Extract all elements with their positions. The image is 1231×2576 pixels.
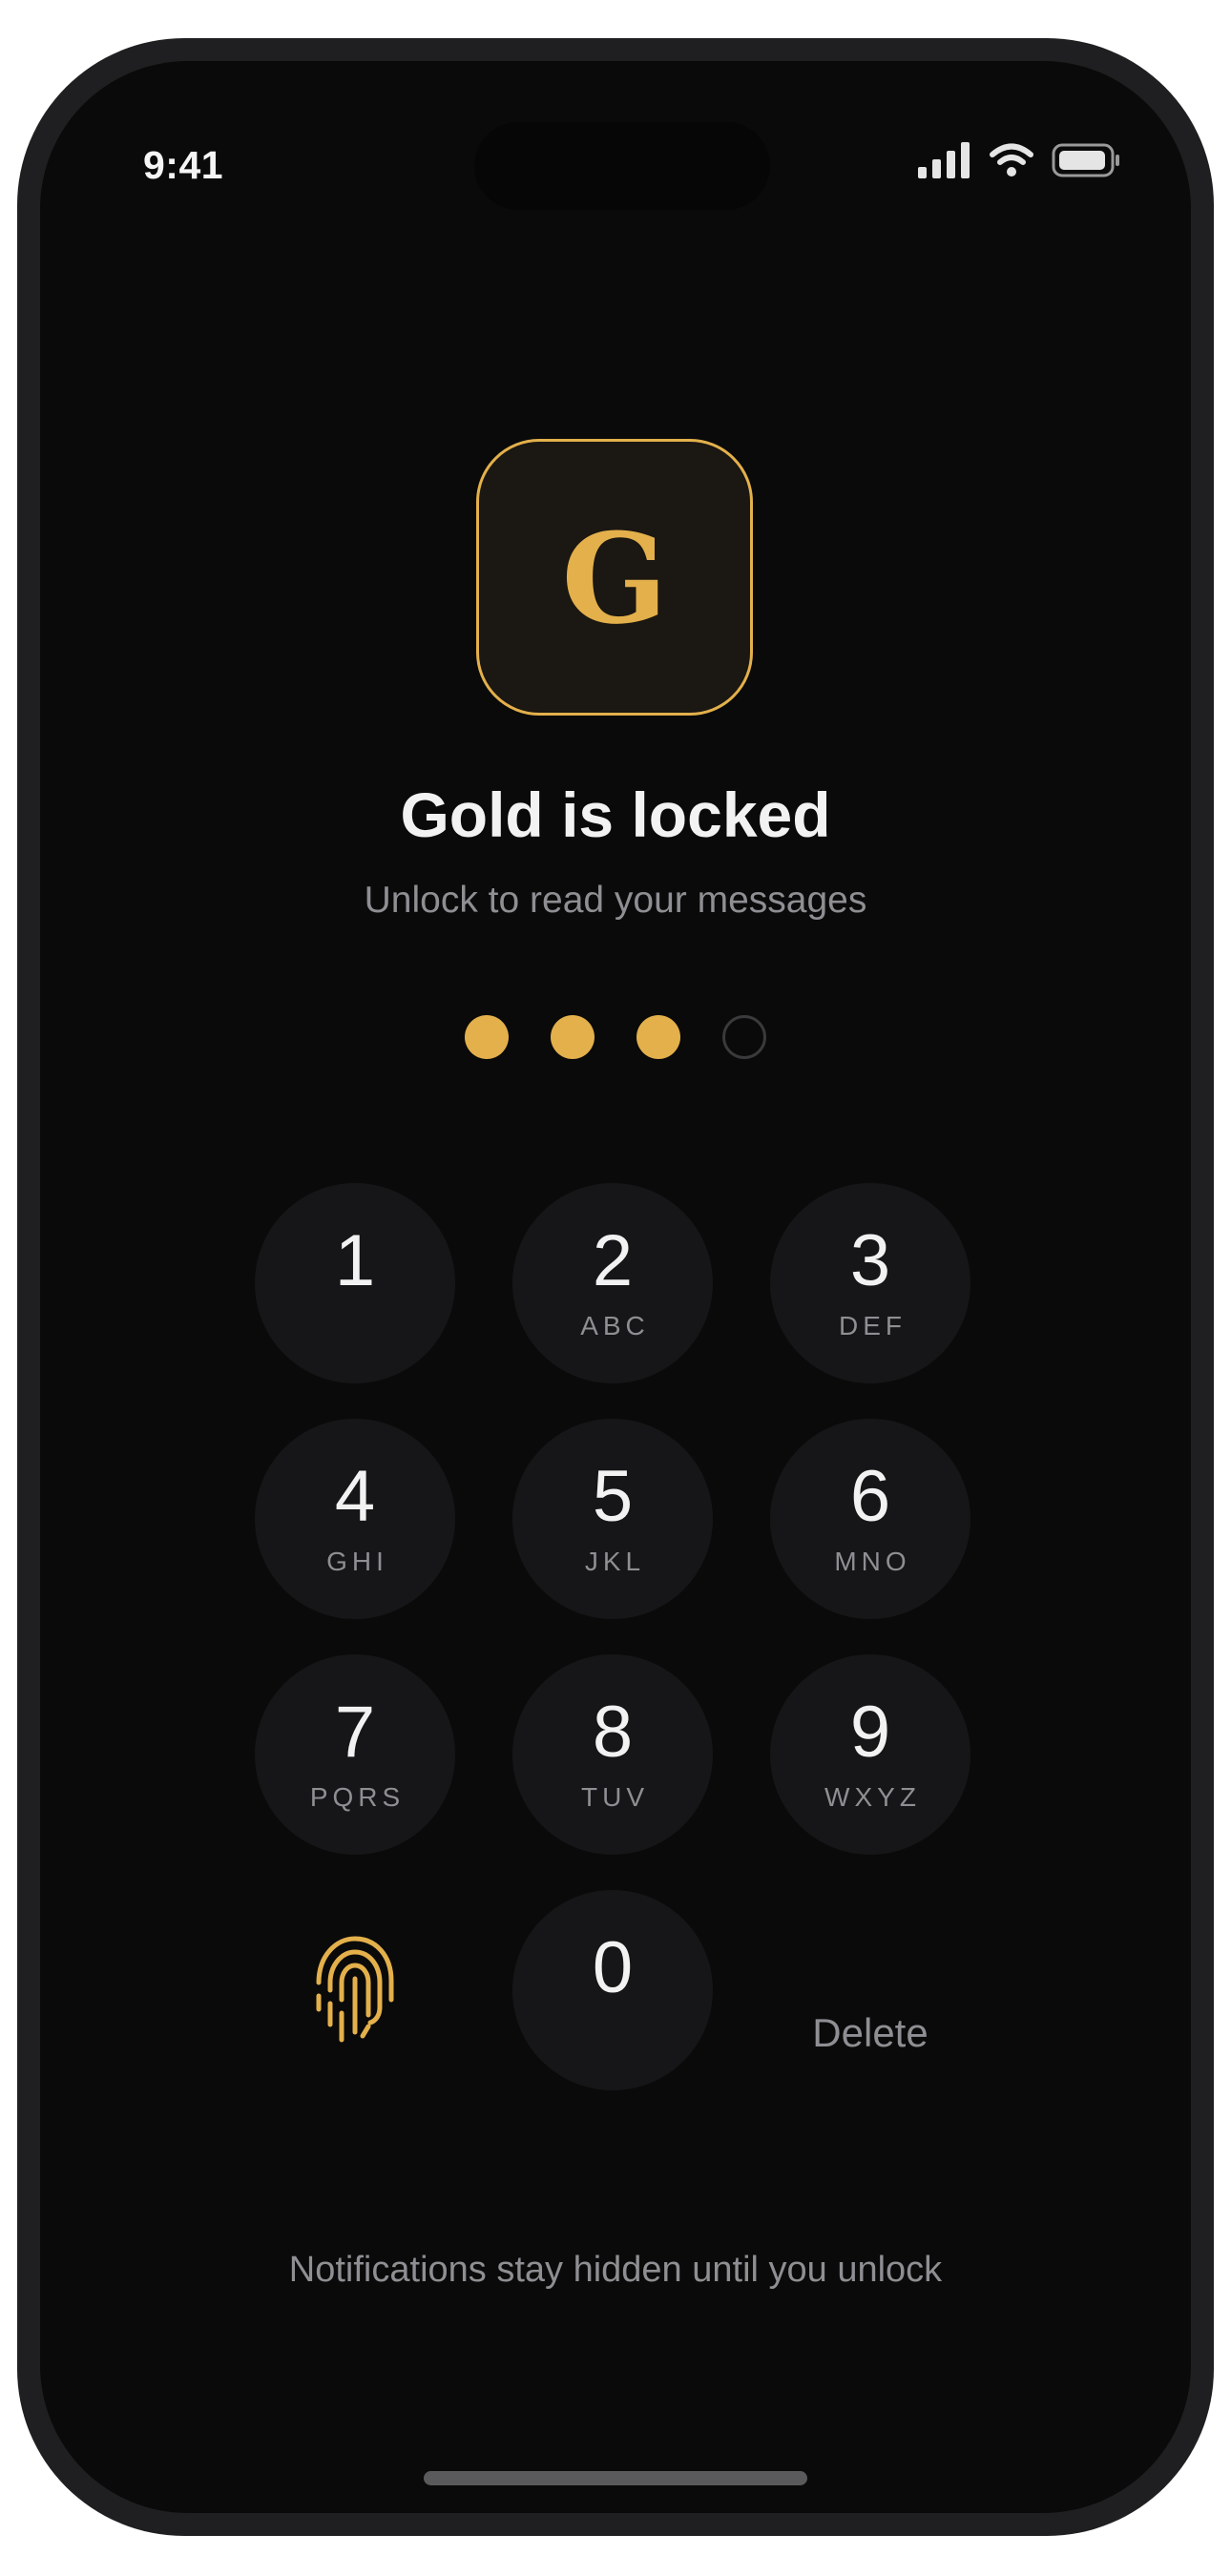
passcode-indicator [40, 1015, 1191, 1059]
key-digit: 1 [334, 1220, 376, 1301]
key-7[interactable]: 7 PQRS [255, 1654, 455, 1855]
key-0[interactable]: 0 [512, 1890, 713, 2090]
footer-note: Notifications stay hidden until you unlo… [288, 2250, 943, 2290]
key-digit: 3 [849, 1220, 891, 1301]
fingerprint-icon [309, 1933, 401, 2048]
key-8[interactable]: 8 TUV [512, 1654, 713, 1855]
key-letters: JKL [584, 1547, 646, 1576]
key-5[interactable]: 5 JKL [512, 1419, 713, 1619]
battery-icon [1052, 142, 1120, 183]
key-letters: MNO [834, 1547, 911, 1576]
key-1[interactable]: 1 [255, 1183, 455, 1383]
key-letters: PQRS [309, 1782, 406, 1812]
status-time: 9:41 [143, 143, 224, 187]
passcode-dot-filled [551, 1015, 595, 1059]
biometric-button[interactable] [255, 1890, 455, 2090]
signal-icon [918, 141, 971, 183]
key-2[interactable]: 2 ABC [512, 1183, 713, 1383]
lock-subtitle: Unlock to read your messages [364, 880, 867, 921]
wifi-icon [989, 142, 1034, 183]
app-icon: G [476, 439, 753, 716]
key-digit: 2 [592, 1220, 634, 1301]
home-indicator[interactable] [424, 2471, 807, 2485]
key-digit: 9 [849, 1692, 891, 1773]
lock-title: Gold is locked [400, 779, 831, 850]
key-digit: 5 [592, 1456, 634, 1537]
key-letters: GHI [326, 1547, 388, 1576]
key-digit: 6 [849, 1456, 891, 1537]
app-icon-letter: G [561, 506, 668, 652]
phone-frame: 9:41 G Gold is locked Unlock to read you… [17, 38, 1214, 2536]
passcode-dot-empty [722, 1015, 766, 1059]
status-icons [918, 141, 1120, 183]
key-digit: 0 [592, 1927, 634, 2008]
key-letters: DEF [839, 1311, 907, 1340]
key-digit: 8 [592, 1692, 634, 1773]
key-letters: TUV [581, 1782, 649, 1812]
key-9[interactable]: 9 WXYZ [770, 1654, 970, 1855]
key-6[interactable]: 6 MNO [770, 1419, 970, 1619]
key-3[interactable]: 3 DEF [770, 1183, 970, 1383]
delete-button[interactable]: Delete [770, 1995, 970, 2071]
key-digit: 7 [334, 1692, 376, 1773]
lock-screen: 9:41 G Gold is locked Unlock to read you… [40, 61, 1191, 2513]
key-digit: 4 [334, 1456, 376, 1537]
key-letters: WXYZ [824, 1782, 921, 1812]
key-4[interactable]: 4 GHI [255, 1419, 455, 1619]
passcode-dot-filled [465, 1015, 509, 1059]
key-letters: ABC [580, 1311, 650, 1340]
passcode-dot-filled [636, 1015, 680, 1059]
dynamic-island [474, 122, 770, 210]
